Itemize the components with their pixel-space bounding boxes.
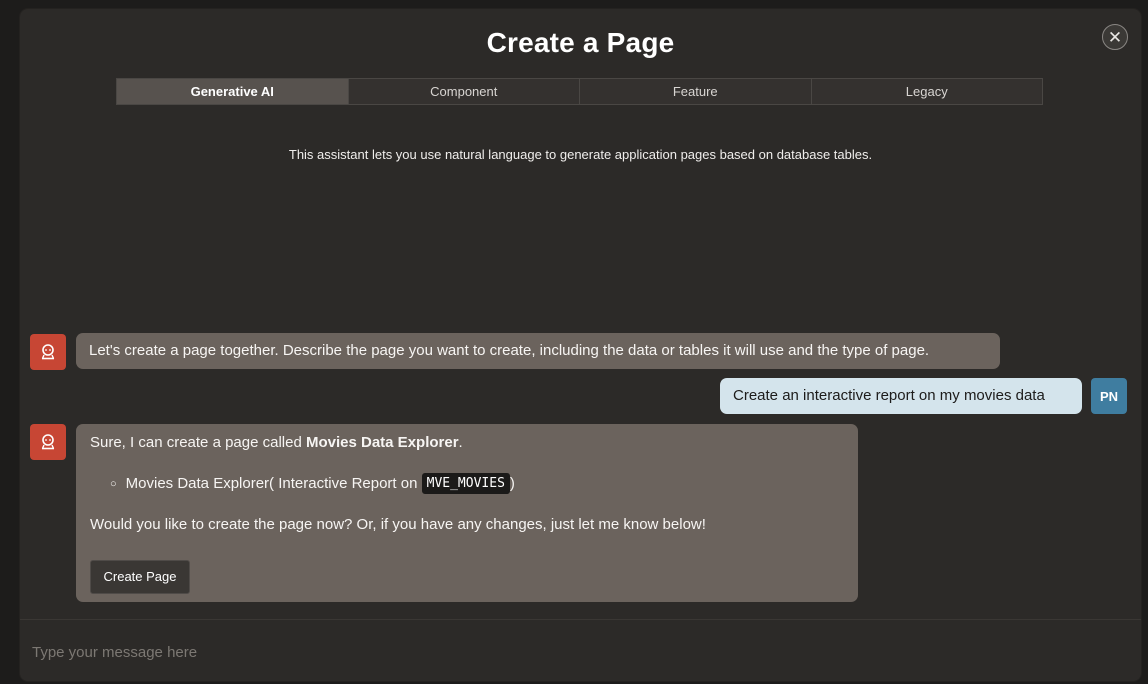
message-input[interactable] <box>30 638 1114 666</box>
tab-feature[interactable]: Feature <box>580 79 812 104</box>
close-icon: ✕ <box>1107 28 1123 47</box>
table-name-code: MVE_MOVIES <box>421 473 510 494</box>
create-page-button[interactable]: Create Page <box>90 560 190 594</box>
assistant-message-1-text: Let's create a page together. Describe t… <box>89 342 930 359</box>
tab-component[interactable]: Component <box>349 79 580 104</box>
assistant-message-1: Let's create a page together. Describe t… <box>76 333 1000 369</box>
page-list-item: ○ Movies Data Explorer ( Interactive Rep… <box>110 473 515 494</box>
assistant-robot-icon <box>41 344 55 360</box>
message-composer <box>20 619 1141 681</box>
dialog-title: Create a Page <box>486 27 675 58</box>
assistant-intro-text: This assistant lets you use natural lang… <box>288 147 873 162</box>
tab-generative-ai[interactable]: Generative AI <box>117 79 349 104</box>
create-page-dialog: Create a Page ✕ Generative AI Component … <box>20 9 1141 681</box>
user-avatar: PN <box>1091 378 1127 414</box>
assistant-avatar <box>30 424 66 460</box>
user-message: Create an interactive report on my movie… <box>720 378 1082 414</box>
user-message-text: Create an interactive report on my movie… <box>733 387 1045 404</box>
assistant-message-2-lead: Sure, I can create a page called Movies … <box>90 434 463 451</box>
lead-end-text: . <box>458 434 463 451</box>
assistant-avatar <box>30 334 66 370</box>
page-list-item-type: ( Interactive Report on <box>269 475 418 492</box>
bullet-circle-icon: ○ <box>110 477 117 490</box>
close-button[interactable]: ✕ <box>1102 24 1128 50</box>
assistant-robot-icon <box>41 434 55 450</box>
page-list-item-name: Movies Data Explorer <box>125 475 270 492</box>
assistant-message-2: Sure, I can create a page called Movies … <box>76 424 858 602</box>
page-name: Movies Data Explorer <box>305 434 459 451</box>
page-type-tabs: Generative AI Component Feature Legacy <box>116 78 1043 105</box>
assistant-question: Would you like to create the page now? O… <box>90 516 706 533</box>
page-list-item-end: ) <box>509 475 515 492</box>
tab-legacy[interactable]: Legacy <box>812 79 1043 104</box>
lead-text: Sure, I can create a page called <box>90 434 306 451</box>
